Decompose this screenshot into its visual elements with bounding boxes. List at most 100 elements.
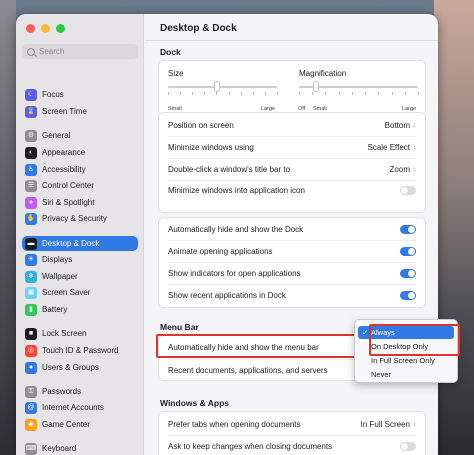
sidebar-item-internet-accounts[interactable]: @ Internet Accounts bbox=[22, 400, 138, 415]
slider-tick bbox=[240, 92, 242, 95]
sidebar-item-battery[interactable]: ▮ Battery bbox=[22, 302, 138, 317]
sidebar-item-focus[interactable]: ☾ Focus bbox=[22, 87, 138, 102]
window-controls bbox=[26, 24, 65, 33]
dock-options-card: Position on screen Bottom ↕ Minimize win… bbox=[158, 112, 426, 213]
sidebar-item-label: General bbox=[42, 131, 71, 140]
section-heading-menu-bar: Menu Bar bbox=[160, 322, 199, 332]
sidebar-item-label: Game Center bbox=[42, 420, 91, 429]
title-divider bbox=[145, 40, 438, 41]
gear-icon: ⚙ bbox=[25, 129, 37, 142]
sidebar-item-game-center[interactable]: ◉ Game Center bbox=[22, 417, 138, 432]
sidebar-item-keyboard[interactable]: ⌨ Keyboard bbox=[22, 441, 138, 455]
slider-tick bbox=[168, 92, 169, 95]
game-center-icon: ◉ bbox=[25, 418, 37, 431]
moon-icon: ☾ bbox=[25, 88, 37, 101]
display-icon: ☀ bbox=[25, 253, 37, 266]
double-click-row: Double-click a window's title bar to Zoo… bbox=[159, 159, 425, 180]
slider-tick bbox=[312, 92, 314, 95]
animate-toggle[interactable] bbox=[400, 247, 416, 256]
dock-icon: ▬ bbox=[25, 237, 37, 250]
sidebar-item-appearance[interactable]: ◐ Appearance bbox=[22, 145, 138, 160]
minimize-icon-label: Minimize windows into application icon bbox=[168, 186, 305, 195]
appearance-icon: ◐ bbox=[25, 146, 37, 159]
main-pane: Desktop & Dock Dock Size Small Large Mag… bbox=[145, 14, 438, 455]
menu-item-label: In Full Screen Only bbox=[371, 356, 435, 365]
sidebar-item-label: Privacy & Security bbox=[42, 214, 107, 223]
sidebar-item-screen-time[interactable]: ⌛ Screen Time bbox=[22, 104, 138, 119]
sidebar-item-users-groups[interactable]: ● Users & Groups bbox=[22, 360, 138, 375]
sidebar-item-passwords[interactable]: ⚿ Passwords bbox=[22, 384, 138, 399]
desktop-wallpaper-left bbox=[0, 0, 16, 455]
minimize-icon-row: Minimize windows into application icon bbox=[159, 180, 425, 201]
slider-tick bbox=[325, 92, 327, 95]
sidebar-item-lock-screen[interactable]: ■ Lock Screen bbox=[22, 326, 138, 341]
sidebar-item-general[interactable]: ⚙ General bbox=[22, 128, 138, 143]
sidebar-item-label: Keyboard bbox=[42, 444, 77, 453]
prefer-tabs-popup[interactable]: In Full Screen ↕ bbox=[361, 420, 416, 429]
section-heading-windows-apps: Windows & Apps bbox=[160, 398, 230, 408]
auto-hide-dock-toggle[interactable] bbox=[400, 225, 416, 234]
siri-icon: ● bbox=[25, 196, 37, 209]
slider-tick bbox=[338, 92, 340, 95]
slider-tick bbox=[391, 92, 393, 95]
sidebar-item-label: Users & Groups bbox=[42, 363, 99, 372]
chevron-updown-icon: ↕ bbox=[413, 166, 416, 173]
sidebar-item-label: Screen Saver bbox=[42, 288, 91, 297]
size-slider-knob[interactable] bbox=[214, 81, 221, 92]
size-label: Size bbox=[168, 69, 184, 78]
magnification-label: Magnification bbox=[299, 69, 347, 78]
minimize-popup[interactable]: Scale Effect ↕ bbox=[367, 143, 416, 152]
hand-icon: ✋ bbox=[25, 212, 37, 225]
sidebar-item-label: Screen Time bbox=[42, 107, 87, 116]
dock-sliders-card: Size Small Large Magnification Off Small… bbox=[158, 60, 426, 116]
sidebar-item-touch-id-password[interactable]: ◎ Touch ID & Password bbox=[22, 343, 138, 358]
position-value: Bottom bbox=[384, 121, 410, 130]
slider-tick bbox=[378, 92, 380, 95]
recent-apps-toggle[interactable] bbox=[400, 291, 416, 300]
size-slider[interactable] bbox=[168, 86, 277, 88]
search-input[interactable]: Search bbox=[22, 44, 138, 59]
minimize-button[interactable] bbox=[41, 24, 50, 33]
zoom-button[interactable] bbox=[56, 24, 65, 33]
keyboard-icon: ⌨ bbox=[25, 442, 37, 455]
chevron-updown-icon: ↕ bbox=[413, 144, 416, 151]
sidebar-item-control-center[interactable]: ☰ Control Center bbox=[22, 178, 138, 193]
menu-item-label: Never bbox=[371, 370, 392, 379]
sidebar-item-wallpaper[interactable]: ❄ Wallpaper bbox=[22, 269, 138, 284]
ask-keep-label: Ask to keep changes when closing documen… bbox=[168, 442, 333, 451]
sidebar-item-label: Siri & Spotlight bbox=[42, 198, 95, 207]
sidebar-item-siri-spotlight[interactable]: ● Siri & Spotlight bbox=[22, 195, 138, 210]
sidebar: Search ☾ Focus ⌛ Screen Time ⚙ General ◐ Appear… bbox=[16, 14, 144, 455]
slider-tick bbox=[365, 92, 367, 95]
battery-icon: ▮ bbox=[25, 303, 37, 316]
settings-window: Search ☾ Focus ⌛ Screen Time ⚙ General ◐ Appear… bbox=[16, 14, 438, 455]
minimize-icon-toggle[interactable] bbox=[400, 186, 416, 195]
control-center-icon: ☰ bbox=[25, 179, 37, 192]
double-click-label: Double-click a window's title bar to bbox=[168, 165, 291, 174]
dock-toggles-card: Automatically hide and show the Dock Ani… bbox=[158, 217, 426, 308]
indicators-toggle[interactable] bbox=[400, 269, 416, 278]
sidebar-item-screen-saver[interactable]: ▣ Screen Saver bbox=[22, 285, 138, 300]
auto-hide-dock-label: Automatically hide and show the Dock bbox=[168, 225, 304, 234]
sidebar-item-desktop-dock[interactable]: ▬ Desktop & Dock bbox=[22, 236, 138, 251]
minimize-row: Minimize windows using Scale Effect ↕ bbox=[159, 137, 425, 158]
auto-hide-dock-row: Automatically hide and show the Dock bbox=[159, 219, 425, 240]
position-popup[interactable]: Bottom ↕ bbox=[385, 121, 416, 130]
sidebar-item-displays[interactable]: ☀ Displays bbox=[22, 252, 138, 267]
slider-tick bbox=[192, 92, 194, 95]
double-click-popup[interactable]: Zoom ↕ bbox=[390, 165, 416, 174]
magnification-slider-knob[interactable] bbox=[313, 81, 320, 92]
search-icon bbox=[27, 47, 35, 56]
prefer-tabs-label: Prefer tabs when opening documents bbox=[168, 420, 301, 429]
close-button[interactable] bbox=[26, 24, 35, 33]
slider-tick bbox=[418, 92, 419, 95]
sidebar-item-accessibility[interactable]: ♿ Accessibility bbox=[22, 162, 138, 177]
slider-tick bbox=[277, 92, 278, 95]
sidebar-item-label: Desktop & Dock bbox=[42, 239, 100, 248]
menu-item-never[interactable]: Never bbox=[358, 368, 454, 381]
indicators-label: Show indicators for open applications bbox=[168, 269, 301, 278]
sidebar-item-privacy-security[interactable]: ✋ Privacy & Security bbox=[22, 211, 138, 226]
section-heading-dock: Dock bbox=[160, 47, 181, 57]
ask-keep-toggle[interactable] bbox=[400, 442, 416, 451]
minimize-label: Minimize windows using bbox=[168, 143, 254, 152]
